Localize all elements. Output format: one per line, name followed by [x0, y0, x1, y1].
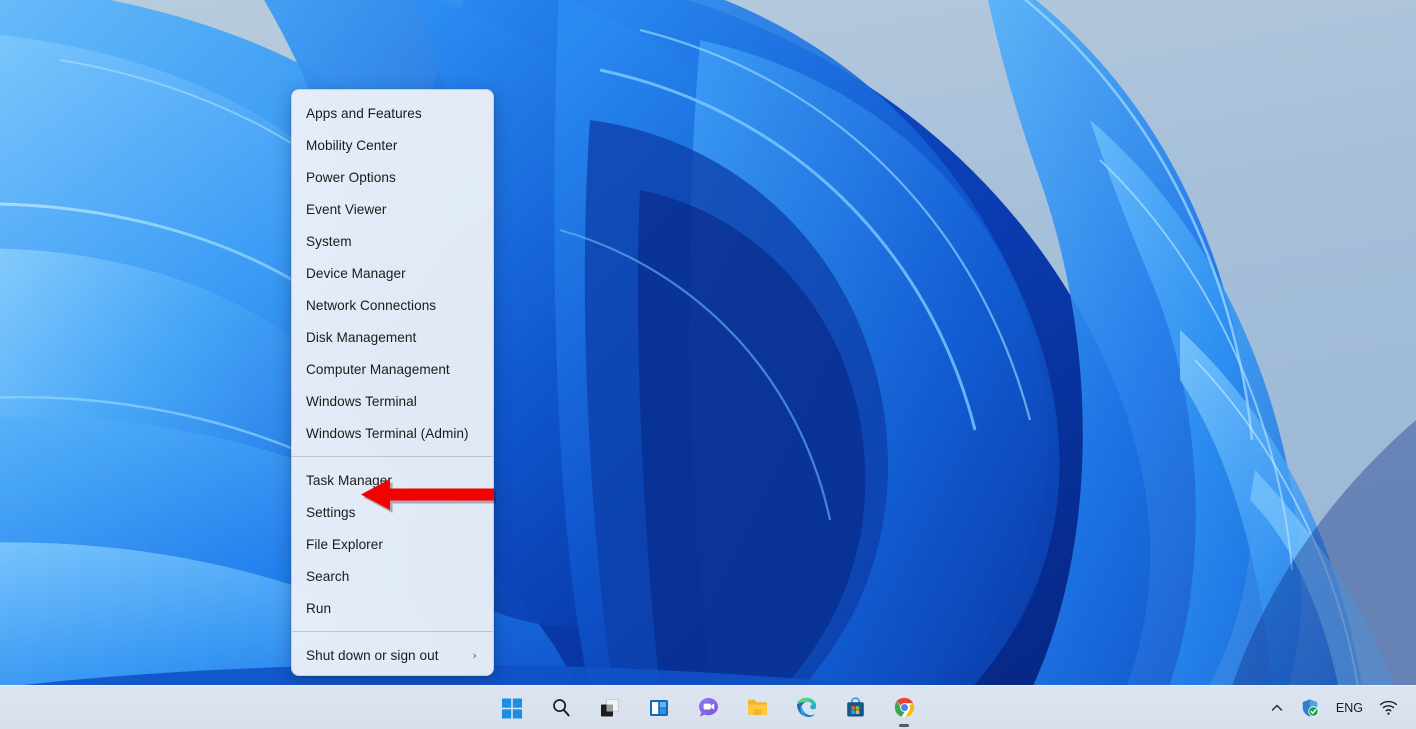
menu-item-label: Computer Management [306, 361, 450, 377]
language-label: ENG [1335, 700, 1363, 715]
store-button[interactable] [837, 690, 873, 726]
menu-item-task-manager[interactable]: Task Manager [292, 464, 493, 496]
menu-item-label: Settings [306, 504, 356, 520]
active-app-indicator [899, 723, 909, 727]
edge-icon [796, 697, 816, 717]
widgets-icon [650, 699, 668, 716]
folder-icon [747, 699, 767, 715]
menu-item-label: Search [306, 568, 350, 584]
menu-item-mobility-center[interactable]: Mobility Center [292, 129, 493, 161]
shield-check-icon [1302, 698, 1319, 717]
menu-item-label: Power Options [306, 169, 396, 185]
menu-group-tools: Task Manager Settings File Explorer Sear… [292, 464, 493, 624]
menu-item-label: Apps and Features [306, 105, 422, 121]
menu-separator-1 [292, 456, 493, 457]
menu-item-label: Windows Terminal [306, 393, 417, 409]
store-bag-icon [846, 697, 864, 717]
search-button[interactable] [543, 690, 579, 726]
menu-separator-2 [292, 631, 493, 632]
menu-item-label: Shut down or sign out [306, 647, 439, 663]
menu-item-power-options[interactable]: Power Options [292, 161, 493, 193]
menu-item-label: Task Manager [306, 472, 392, 488]
windows-security-button[interactable] [1292, 692, 1328, 724]
menu-item-label: Run [306, 600, 332, 616]
menu-item-windows-terminal-admin[interactable]: Windows Terminal (Admin) [292, 417, 493, 449]
menu-item-label: Windows Terminal (Admin) [306, 425, 469, 441]
menu-item-apps-and-features[interactable]: Apps and Features [292, 97, 493, 129]
tray-overflow-button[interactable] [1262, 692, 1292, 724]
edge-button[interactable] [788, 690, 824, 726]
desktop-wallpaper [0, 0, 1416, 729]
menu-item-system[interactable]: System [292, 225, 493, 257]
menu-item-run[interactable]: Run [292, 592, 493, 624]
task-view-icon [601, 698, 619, 716]
network-button[interactable] [1371, 692, 1406, 724]
taskbar[interactable]: ENG [0, 685, 1416, 729]
menu-item-label: Mobility Center [306, 137, 398, 153]
task-view-button[interactable] [592, 690, 628, 726]
winx-power-user-menu[interactable]: Apps and Features Mobility Center Power … [291, 89, 494, 676]
menu-item-search[interactable]: Search [292, 560, 493, 592]
widgets-button[interactable] [641, 690, 677, 726]
menu-item-label: Device Manager [306, 265, 406, 281]
menu-item-label: System [306, 233, 352, 249]
menu-item-event-viewer[interactable]: Event Viewer [292, 193, 493, 225]
menu-item-file-explorer[interactable]: File Explorer [292, 528, 493, 560]
menu-item-device-manager[interactable]: Device Manager [292, 257, 493, 289]
menu-item-label: File Explorer [306, 536, 383, 552]
chat-video-icon [698, 698, 718, 717]
system-tray: ENG [1262, 686, 1406, 729]
menu-item-network-connections[interactable]: Network Connections [292, 289, 493, 321]
menu-item-label: Network Connections [306, 297, 437, 313]
menu-item-settings[interactable]: Settings [292, 496, 493, 528]
taskbar-center-group [0, 690, 1416, 727]
menu-item-computer-management[interactable]: Computer Management [292, 353, 493, 385]
menu-item-label: Event Viewer [306, 201, 387, 217]
menu-group-system: Apps and Features Mobility Center Power … [292, 97, 493, 449]
file-explorer-button[interactable] [739, 690, 775, 726]
search-icon [553, 698, 570, 716]
wifi-icon [1379, 700, 1398, 715]
chrome-button[interactable] [886, 690, 922, 727]
windows-logo-icon [502, 698, 522, 718]
language-indicator[interactable]: ENG [1328, 692, 1371, 724]
chat-button[interactable] [690, 690, 726, 726]
menu-item-shut-down-or-sign-out[interactable]: Shut down or sign out › [292, 639, 493, 671]
menu-item-disk-management[interactable]: Disk Management [292, 321, 493, 353]
menu-group-session: Shut down or sign out › Desktop [292, 639, 493, 675]
menu-item-desktop[interactable]: Desktop [292, 671, 493, 675]
chrome-icon [894, 697, 914, 718]
start-button[interactable] [494, 690, 530, 726]
chevron-right-icon: › [472, 648, 477, 662]
chevron-up-icon [1271, 704, 1283, 711]
menu-item-label: Disk Management [306, 329, 417, 345]
menu-item-windows-terminal[interactable]: Windows Terminal [292, 385, 493, 417]
